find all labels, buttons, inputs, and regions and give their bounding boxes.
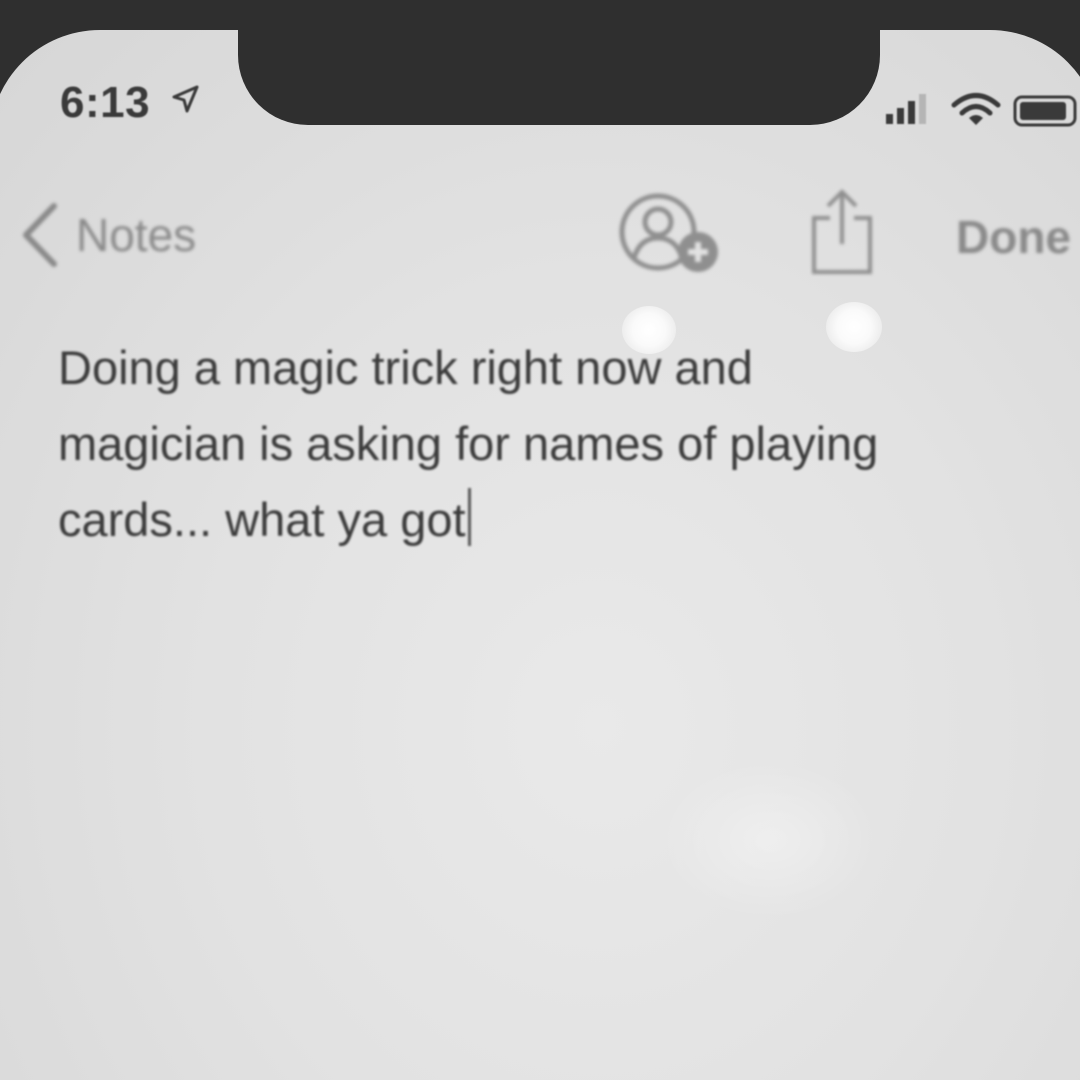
wifi-icon — [951, 93, 1001, 125]
screenshot-frame: 6:13 Notes Done Doing a magic trick righ… — [0, 0, 1080, 1080]
status-time: 6:13 — [60, 78, 151, 127]
chevron-left-icon — [23, 203, 57, 267]
cellular-signal-icon — [886, 94, 926, 124]
glare-reflection — [660, 760, 880, 920]
share-icon — [812, 189, 872, 274]
battery-icon — [1013, 95, 1077, 127]
note-line: Doing a magic trick right now and — [58, 341, 753, 394]
note-line-last: cards... what ya got — [58, 482, 1038, 558]
note-line-text: cards... what ya got — [58, 493, 466, 546]
back-to-notes-button[interactable]: Notes — [18, 200, 196, 270]
note-line: magician is asking for names of playing — [58, 417, 879, 470]
add-person-icon — [619, 193, 718, 272]
done-button[interactable]: Done — [956, 210, 1071, 264]
share-button[interactable] — [806, 186, 878, 278]
device-notch — [238, 0, 880, 125]
add-people-button[interactable] — [618, 192, 726, 280]
note-text-area[interactable]: Doing a magic trick right now and magici… — [58, 330, 1038, 558]
back-button-label: Notes — [76, 209, 197, 261]
location-arrow-icon — [172, 85, 199, 113]
text-cursor — [467, 488, 471, 546]
